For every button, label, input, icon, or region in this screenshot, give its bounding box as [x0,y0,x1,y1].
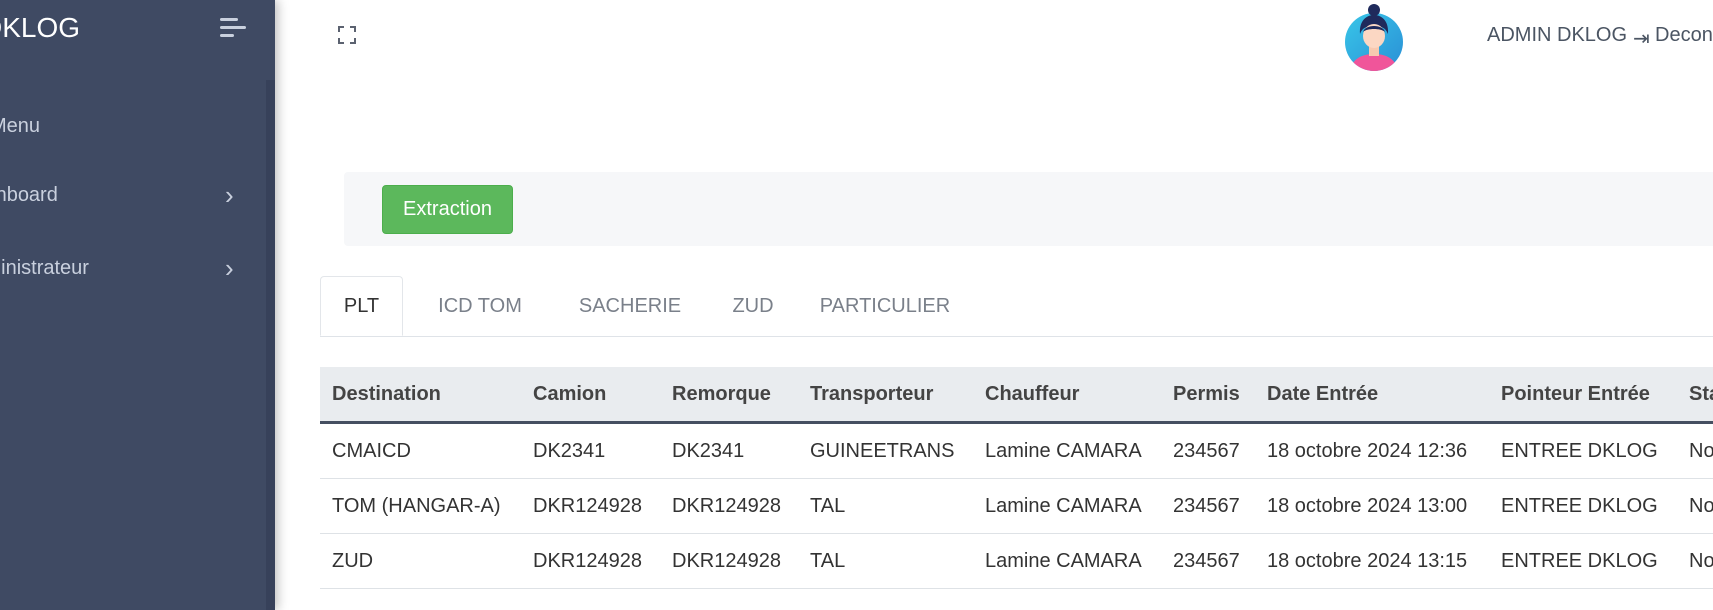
table-cell: TAL [798,478,973,534]
table-cell: ENTREE DKLOG [1489,422,1677,479]
table-cell: DK2341 [660,422,798,479]
table-cell: DKR124928 [521,478,660,534]
tab-zud[interactable]: ZUD [718,276,788,336]
user-name: ADMIN DKLOG [1487,24,1628,46]
table-cell: 234567 [1161,478,1255,534]
tab-plt[interactable]: PLT [320,276,403,336]
table-cell: DKR124928 [660,533,798,589]
table-cell: GUINEETRANS [798,422,973,479]
chevron-right-icon: › [225,253,234,283]
tab-bar: PLT ICD TOM SACHERIE ZUD PARTICULIER [320,276,1713,337]
column-header-pointeur-entree[interactable]: Pointeur Entrée [1489,367,1677,424]
fullscreen-icon[interactable] [337,25,357,45]
table-cell: Lamine CAMARA [973,533,1161,589]
toolbar-card [344,172,1713,246]
tab-sacherie[interactable]: SACHERIE [560,276,700,336]
table-cell: Non [1677,533,1713,589]
chevron-right-icon: › [225,180,234,210]
logout-icon[interactable]: ⇥ [1633,26,1650,51]
sidebar: DKLOG Menu Dashboard › Administrateur › [0,0,275,610]
menu-toggle-icon[interactable] [220,18,246,40]
table-row[interactable]: ZUD DKR124928 DKR124928 TAL Lamine CAMAR… [320,533,1713,589]
sidebar-item-label: Dashboard [0,184,58,206]
table-cell: ENTREE DKLOG [1489,478,1677,534]
table-cell: DK2341 [521,422,660,479]
sidebar-scrollbar[interactable] [266,80,275,610]
column-header-date-entree[interactable]: Date Entrée [1255,367,1489,424]
table-cell: DKR124928 [660,478,798,534]
table-cell: ENTREE DKLOG [1489,533,1677,589]
column-header-transporteur[interactable]: Transporteur [798,367,973,424]
table-row[interactable]: TOM (HANGAR-A) DKR124928 DKR124928 TAL L… [320,478,1713,534]
table-cell: 234567 [1161,533,1255,589]
tab-icd-tom[interactable]: ICD TOM [420,276,540,336]
table-cell: 18 octobre 2024 13:15 [1255,533,1489,589]
brand-logo-text: DKLOG [0,12,81,43]
table-cell: DKR124928 [521,533,660,589]
table-cell: 18 octobre 2024 12:36 [1255,422,1489,479]
table-cell: 234567 [1161,422,1255,479]
table-cell: TOM (HANGAR-A) [320,478,521,534]
column-header-camion[interactable]: Camion [521,367,660,424]
extraction-button[interactable]: Extraction [382,185,513,234]
table-cell: ZUD [320,533,521,589]
logout-link[interactable]: Deconnexion [1655,24,1713,47]
data-table: Destination Camion Remorque Transporteur… [320,367,1713,610]
sidebar-item-administrateur[interactable]: Administrateur › [0,251,250,287]
table-cell: Non [1677,422,1713,479]
column-header-chauffeur[interactable]: Chauffeur [973,367,1161,424]
table-row[interactable]: CMAICD DK2341 DK2341 GUINEETRANS Lamine … [320,422,1713,479]
sidebar-item-dashboard[interactable]: Dashboard › [0,178,250,214]
tab-particulier[interactable]: PARTICULIER [805,276,965,336]
table-cell: 18 octobre 2024 13:00 [1255,478,1489,534]
table-cell: Lamine CAMARA [973,422,1161,479]
avatar[interactable] [1343,2,1405,72]
table-header-row: Destination Camion Remorque Transporteur… [320,367,1713,424]
column-header-destination[interactable]: Destination [320,367,521,424]
sidebar-section-title: Menu [0,115,41,137]
column-header-permis[interactable]: Permis [1161,367,1255,424]
table-cell: TAL [798,533,973,589]
column-header-statut[interactable]: Statut [1677,367,1713,424]
column-header-remorque[interactable]: Remorque [660,367,798,424]
table-cell: Lamine CAMARA [973,478,1161,534]
table-cell: Non [1677,478,1713,534]
sidebar-item-label: Administrateur [0,257,89,279]
table-cell: CMAICD [320,422,521,479]
